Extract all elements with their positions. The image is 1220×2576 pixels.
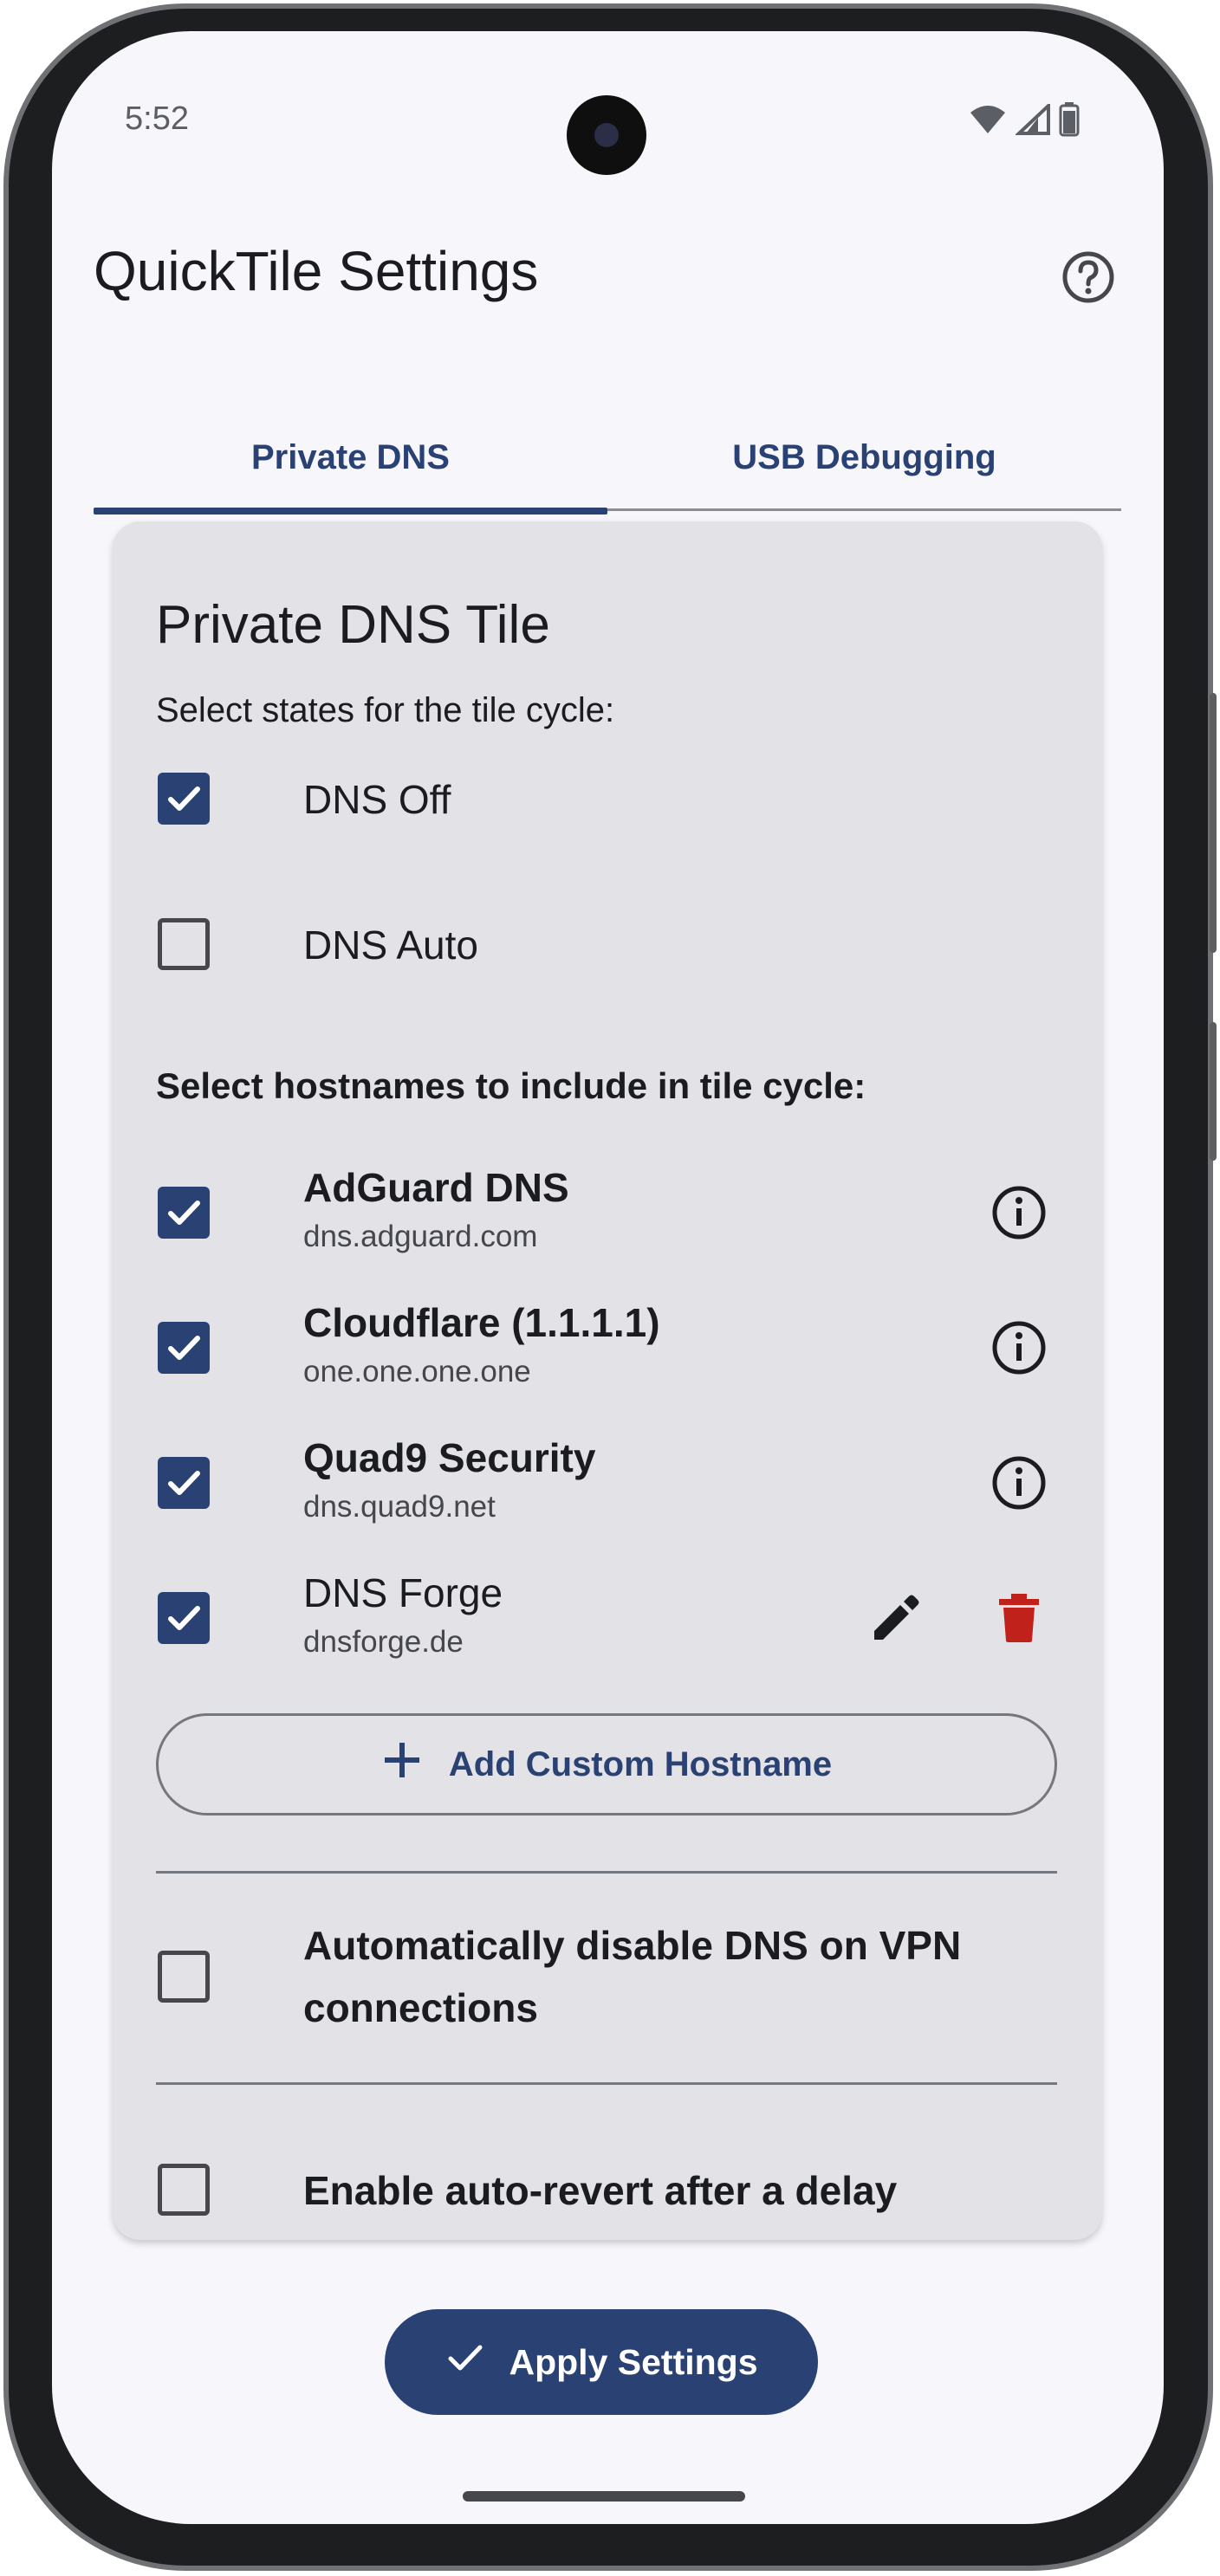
add-custom-hostname-button[interactable]: Add Custom Hostname xyxy=(156,1713,1057,1815)
adguard-host: dns.adguard.com xyxy=(303,1220,538,1253)
quad9-host: dns.quad9.net xyxy=(303,1490,496,1524)
hostnames-section-label: Select hostnames to include in tile cycl… xyxy=(156,1065,866,1106)
auto-revert-label: Enable auto-revert after a delay xyxy=(303,2168,898,2213)
status-bar: 5:52 xyxy=(52,31,1164,204)
quad9-checkbox[interactable] xyxy=(158,1457,210,1509)
home-indicator[interactable] xyxy=(463,2491,745,2502)
apply-settings-button[interactable]: Apply Settings xyxy=(385,2309,818,2415)
add-custom-hostname-label: Add Custom Hostname xyxy=(448,1744,833,1783)
vpn-disable-checkbox[interactable] xyxy=(158,1951,210,2003)
adguard-checkbox[interactable] xyxy=(158,1187,210,1239)
front-camera xyxy=(567,95,646,175)
dns-off-checkbox[interactable] xyxy=(158,773,210,825)
help-icon[interactable] xyxy=(1054,243,1123,312)
status-icons xyxy=(969,101,1080,141)
apply-settings-label: Apply Settings xyxy=(509,2341,758,2382)
quad9-info-icon[interactable] xyxy=(984,1448,1054,1518)
vpn-disable-label: Automatically disable DNS on VPN connect… xyxy=(303,1923,962,2030)
cloudflare-name: Cloudflare (1.1.1.1) xyxy=(303,1300,660,1345)
signal-icon xyxy=(1014,101,1050,139)
power-button xyxy=(1210,1022,1217,1161)
card-title: Private DNS Tile xyxy=(156,595,550,655)
edit-icon[interactable] xyxy=(861,1583,931,1653)
cloudflare-checkbox[interactable] xyxy=(158,1322,210,1374)
auto-revert-checkbox[interactable] xyxy=(158,2164,210,2216)
status-time: 5:52 xyxy=(125,100,189,137)
adguard-name: AdGuard DNS xyxy=(303,1165,569,1210)
tab-usb-debugging[interactable]: USB Debugging xyxy=(607,404,1121,511)
volume-button xyxy=(1210,693,1217,953)
check-icon xyxy=(445,2337,486,2387)
dns-auto-label: DNS Auto xyxy=(303,922,478,968)
tab-bar: Private DNS USB Debugging xyxy=(94,404,1121,515)
battery-icon xyxy=(1059,102,1080,141)
wifi-icon xyxy=(969,104,1007,139)
dnsforge-checkbox[interactable] xyxy=(158,1592,210,1644)
divider xyxy=(156,1871,1057,1874)
tab-usb-debugging-label: USB Debugging xyxy=(732,437,996,476)
cloudflare-host: one.one.one.one xyxy=(303,1355,531,1388)
states-section-label: Select states for the tile cycle: xyxy=(156,691,615,729)
delete-icon[interactable] xyxy=(984,1583,1054,1653)
screen: 5:52 QuickTile Settings Private DNS USB … xyxy=(52,31,1164,2524)
tab-private-dns-label: Private DNS xyxy=(251,437,450,476)
tab-private-dns[interactable]: Private DNS xyxy=(94,404,607,515)
dnsforge-name: DNS Forge xyxy=(303,1570,503,1615)
plus-icon xyxy=(381,1739,423,1790)
dnsforge-host: dnsforge.de xyxy=(303,1625,464,1659)
quad9-name: Quad9 Security xyxy=(303,1435,596,1480)
cloudflare-info-icon[interactable] xyxy=(984,1313,1054,1382)
dns-off-label: DNS Off xyxy=(303,777,451,822)
adguard-info-icon[interactable] xyxy=(984,1178,1054,1247)
private-dns-card: Private DNS Tile Select states for the t… xyxy=(113,521,1102,2240)
dns-auto-checkbox[interactable] xyxy=(158,918,210,970)
app-title: QuickTile Settings xyxy=(94,240,539,302)
divider xyxy=(156,2082,1057,2085)
